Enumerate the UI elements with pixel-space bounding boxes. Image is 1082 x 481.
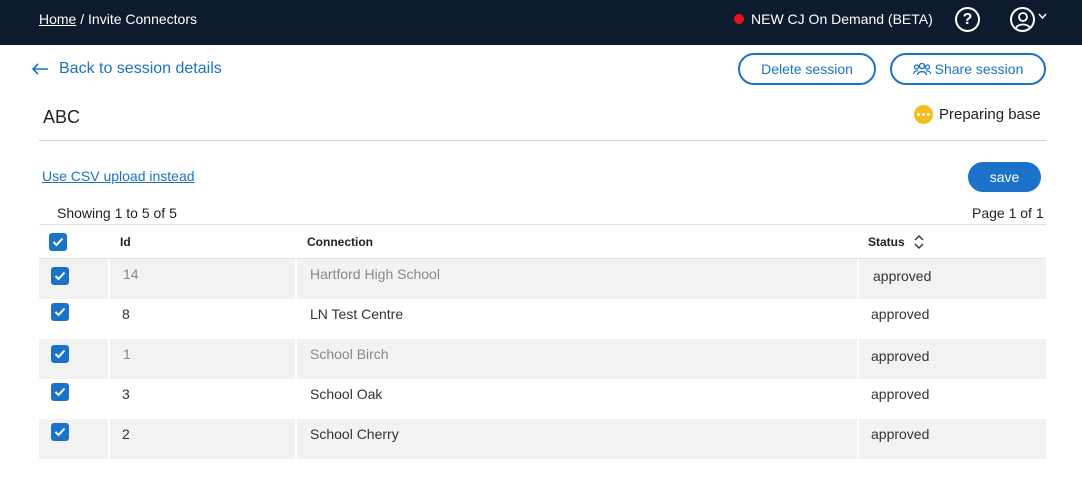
row-id: 1	[123, 346, 131, 362]
row-checkbox[interactable]	[51, 423, 69, 441]
top-bar: Home / Invite Connectors NEW CJ On Deman…	[0, 0, 1082, 45]
csv-upload-link[interactable]: Use CSV upload instead	[42, 168, 195, 184]
help-icon[interactable]: ?	[955, 7, 980, 32]
column-header-id[interactable]: Id	[120, 235, 131, 249]
row-status: approved	[871, 426, 930, 442]
users-icon	[912, 62, 931, 76]
environment-indicator: NEW CJ On Demand (BETA)	[734, 11, 933, 27]
back-to-session-link[interactable]: Back to session details	[32, 60, 222, 78]
share-session-button[interactable]: Share session	[890, 53, 1046, 85]
column-header-status-label: Status	[868, 235, 905, 249]
row-id: 3	[122, 386, 130, 402]
row-checkbox[interactable]	[51, 345, 69, 363]
checkmark-icon	[54, 349, 66, 359]
header-divider	[39, 140, 1046, 141]
row-status: approved	[871, 348, 930, 364]
row-status: approved	[873, 268, 932, 284]
arrow-left-icon	[32, 63, 48, 75]
breadcrumb-current: Invite Connectors	[88, 11, 197, 27]
environment-status-dot-icon	[734, 14, 744, 24]
table-row[interactable]: 3 School Oak approved	[39, 379, 1046, 419]
row-status: approved	[871, 386, 930, 402]
breadcrumb-home-link[interactable]: Home	[39, 11, 76, 27]
select-all-checkbox[interactable]	[49, 233, 67, 251]
session-status: Preparing base	[914, 105, 1041, 124]
environment-label: NEW CJ On Demand (BETA)	[751, 11, 933, 27]
session-title: ABC	[43, 107, 81, 127]
row-connection: School Birch	[310, 346, 389, 362]
column-header-status[interactable]: Status	[868, 235, 924, 249]
breadcrumb-separator: /	[76, 11, 89, 27]
save-button[interactable]: save	[968, 162, 1041, 192]
checkmark-icon	[54, 387, 66, 397]
table-row[interactable]: 14 Hartford High School approved	[39, 259, 1046, 299]
checkmark-icon	[54, 427, 66, 437]
checkmark-icon	[52, 237, 64, 247]
row-status: approved	[871, 306, 930, 322]
column-header-connection[interactable]: Connection	[307, 235, 373, 249]
table-header: Id Connection Status	[39, 224, 1046, 259]
back-link-label: Back to session details	[59, 60, 222, 77]
row-id: 2	[122, 426, 130, 442]
row-checkbox[interactable]	[51, 303, 69, 321]
checkmark-icon	[54, 307, 66, 317]
row-id: 8	[122, 306, 130, 322]
breadcrumb: Home / Invite Connectors	[39, 11, 197, 27]
table-row[interactable]: 8 LN Test Centre approved	[39, 299, 1046, 339]
row-checkbox[interactable]	[51, 383, 69, 401]
delete-session-button[interactable]: Delete session	[738, 53, 876, 85]
table-row[interactable]: 1 School Birch approved	[39, 339, 1046, 379]
table-row[interactable]: 2 School Cherry approved	[39, 419, 1046, 459]
chevron-down-icon[interactable]	[1038, 13, 1047, 20]
row-connection: Hartford High School	[310, 266, 440, 282]
pending-status-icon	[914, 105, 933, 124]
checkmark-icon	[54, 271, 66, 281]
session-status-label: Preparing base	[939, 106, 1041, 123]
row-id: 14	[123, 266, 139, 282]
row-connection: School Cherry	[310, 426, 399, 442]
sort-icon[interactable]	[914, 235, 924, 249]
user-avatar-icon[interactable]	[1010, 7, 1035, 32]
results-count: Showing 1 to 5 of 5	[57, 205, 177, 221]
row-connection: LN Test Centre	[310, 306, 404, 322]
row-checkbox[interactable]	[51, 267, 69, 285]
page-indicator: Page 1 of 1	[972, 205, 1044, 221]
row-connection: School Oak	[310, 386, 383, 402]
share-session-label: Share session	[934, 61, 1024, 77]
